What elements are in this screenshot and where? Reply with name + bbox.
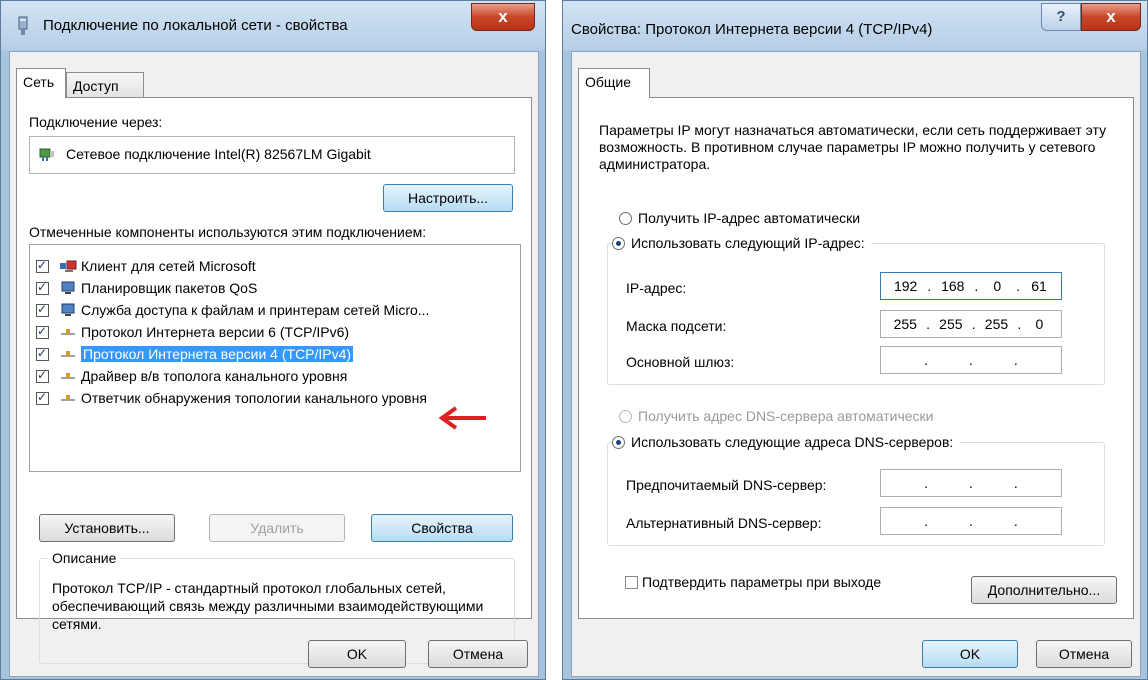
- list-item[interactable]: Клиент для сетей Microsoft: [36, 255, 256, 277]
- general-tab-panel: Параметры IP могут назначаться автоматич…: [578, 97, 1134, 619]
- component-label: Драйвер в/в тополога канального уровня: [81, 368, 348, 384]
- remove-button[interactable]: Удалить: [209, 514, 345, 542]
- close-button[interactable]: x: [471, 3, 535, 31]
- mask-octet: 255: [939, 316, 963, 332]
- dialog-body: Общие Параметры IP могут назначаться авт…: [571, 51, 1141, 677]
- checkbox[interactable]: [625, 575, 638, 589]
- component-label: Ответчик обнаружения топологии канальног…: [81, 390, 427, 406]
- radio-button[interactable]: [619, 409, 632, 423]
- description-text: Протокол TCP/IP - стандартный протокол г…: [52, 580, 484, 632]
- ip-label: IP-адрес:: [626, 280, 687, 296]
- list-item[interactable]: Служба доступа к файлам и принтерам сете…: [36, 299, 429, 321]
- tab-sharing[interactable]: Доступ: [66, 72, 144, 98]
- window-title: Подключение по локальной сети - свойства: [43, 17, 348, 34]
- list-item[interactable]: Ответчик обнаружения топологии канальног…: [36, 387, 427, 409]
- computer-icon: [61, 281, 75, 294]
- dns-manual-label: Использовать следующие адреса DNS-сервер…: [631, 434, 954, 450]
- checkbox[interactable]: [36, 390, 49, 405]
- protocol-icon: [61, 395, 75, 401]
- gateway-field[interactable]: ...: [880, 346, 1062, 374]
- validate-label: Подтвердить параметры при выходе: [642, 574, 882, 590]
- properties-button[interactable]: Свойства: [371, 514, 513, 542]
- dns-alternate-field[interactable]: ...: [880, 507, 1062, 535]
- adapter-box: Сетевое подключение Intel(R) 82567LM Gig…: [29, 136, 515, 174]
- network-card-icon: [39, 148, 54, 161]
- mask-octet: 255: [984, 316, 1009, 332]
- install-button[interactable]: Установить...: [39, 514, 175, 542]
- component-label: Протокол Интернета версии 4 (TCP/IPv4): [81, 346, 354, 362]
- advanced-button[interactable]: Дополнительно...: [971, 576, 1117, 604]
- radio-button[interactable]: [612, 236, 625, 250]
- dns-manual-radio[interactable]: Использовать следующие адреса DNS-сервер…: [612, 434, 960, 450]
- ip-octet: 61: [1031, 278, 1047, 294]
- network-tab-panel: Подключение через: Сетевое подключение I…: [16, 97, 532, 664]
- component-label: Клиент для сетей Microsoft: [81, 258, 256, 274]
- ipv4-properties-window: Свойства: Протокол Интернета версии 4 (T…: [562, 0, 1148, 680]
- mask-octet: 255: [893, 316, 917, 332]
- dialog-body: Сеть Доступ Подключение через: Сетевое п…: [9, 51, 539, 677]
- dns-preferred-label: Предпочитаемый DNS-сервер:: [626, 477, 827, 493]
- ip-auto-radio[interactable]: Получить IP-адрес автоматически: [619, 210, 867, 226]
- components-label: Отмеченные компоненты используются этим …: [29, 224, 427, 240]
- dns-alternate-label: Альтернативный DNS-сервер:: [626, 515, 822, 531]
- ip-octet: 192: [893, 278, 918, 294]
- network-adapter-icon: [18, 16, 28, 35]
- component-label: Планировщик пакетов QoS: [81, 280, 258, 296]
- list-item[interactable]: Планировщик пакетов QoS: [36, 277, 257, 299]
- title-bar[interactable]: Подключение по локальной сети - свойства…: [1, 1, 545, 51]
- window-title: Свойства: Протокол Интернета версии 4 (T…: [571, 21, 933, 38]
- description-title: Описание: [48, 550, 121, 566]
- ok-button[interactable]: OK: [308, 640, 406, 668]
- tab-general[interactable]: Общие: [578, 68, 650, 98]
- radio-button[interactable]: [619, 211, 632, 225]
- component-label: Протокол Интернета версии 6 (TCP/IPv6): [81, 324, 350, 340]
- checkbox[interactable]: [36, 302, 49, 317]
- network-client-icon: [60, 260, 77, 272]
- ok-button[interactable]: OK: [922, 640, 1018, 668]
- subnet-mask-field[interactable]: 255. 255. 255. 0: [880, 310, 1062, 338]
- title-bar[interactable]: Свойства: Протокол Интернета версии 4 (T…: [563, 1, 1147, 51]
- tab-network[interactable]: Сеть: [16, 68, 66, 98]
- cancel-button[interactable]: Отмена: [428, 640, 528, 668]
- mask-label: Маска подсети:: [626, 318, 727, 334]
- component-label: Служба доступа к файлам и принтерам сете…: [81, 302, 430, 318]
- intro-text: Параметры IP могут назначаться автоматич…: [599, 122, 1107, 172]
- list-item[interactable]: Протокол Интернета версии 4 (TCP/IPv4): [36, 343, 354, 365]
- ip-auto-label: Получить IP-адрес автоматически: [638, 210, 861, 226]
- ip-manual-radio[interactable]: Использовать следующий IP-адрес:: [612, 235, 871, 251]
- dns-group: Использовать следующие адреса DNS-сервер…: [607, 434, 1105, 546]
- mask-octet: 0: [1035, 316, 1044, 332]
- radio-button[interactable]: [612, 435, 625, 449]
- list-item[interactable]: Драйвер в/в тополога канального уровня: [36, 365, 347, 387]
- checkbox[interactable]: [36, 346, 49, 361]
- ip-manual-label: Использовать следующий IP-адрес:: [631, 235, 865, 251]
- help-button[interactable]: ?: [1041, 3, 1081, 31]
- adapter-name: Сетевое подключение Intel(R) 82567LM Gig…: [66, 146, 371, 162]
- dns-auto-radio[interactable]: Получить адрес DNS-сервера автоматически: [619, 408, 940, 424]
- cancel-button[interactable]: Отмена: [1036, 640, 1132, 668]
- configure-button[interactable]: Настроить...: [383, 184, 513, 212]
- checkbox[interactable]: [36, 324, 49, 339]
- components-list[interactable]: Клиент для сетей Microsoft Планировщик п…: [29, 244, 521, 472]
- checkbox[interactable]: [36, 368, 49, 383]
- list-item[interactable]: Протокол Интернета версии 6 (TCP/IPv6): [36, 321, 349, 343]
- checkbox[interactable]: [36, 258, 49, 273]
- connection-properties-window: Подключение по локальной сети - свойства…: [0, 0, 546, 680]
- ip-group: Использовать следующий IP-адрес: IP-адре…: [607, 235, 1105, 385]
- ip-address-field[interactable]: 192. 168. 0. 61: [880, 272, 1062, 300]
- ip-octet: 0: [993, 278, 1002, 294]
- validate-checkbox[interactable]: Подтвердить параметры при выходе: [625, 574, 881, 590]
- checkbox[interactable]: [36, 280, 49, 295]
- computer-icon: [61, 303, 75, 316]
- ip-octet: 168: [941, 278, 965, 294]
- gateway-label: Основной шлюз:: [626, 354, 735, 370]
- protocol-icon: [61, 329, 75, 335]
- dns-preferred-field[interactable]: ...: [880, 469, 1062, 497]
- red-arrow-icon: [438, 406, 486, 430]
- dns-auto-label: Получить адрес DNS-сервера автоматически: [638, 408, 934, 424]
- protocol-icon: [61, 373, 75, 379]
- close-button[interactable]: x: [1081, 3, 1141, 31]
- connect-via-label: Подключение через:: [29, 114, 163, 130]
- protocol-icon: [61, 351, 75, 357]
